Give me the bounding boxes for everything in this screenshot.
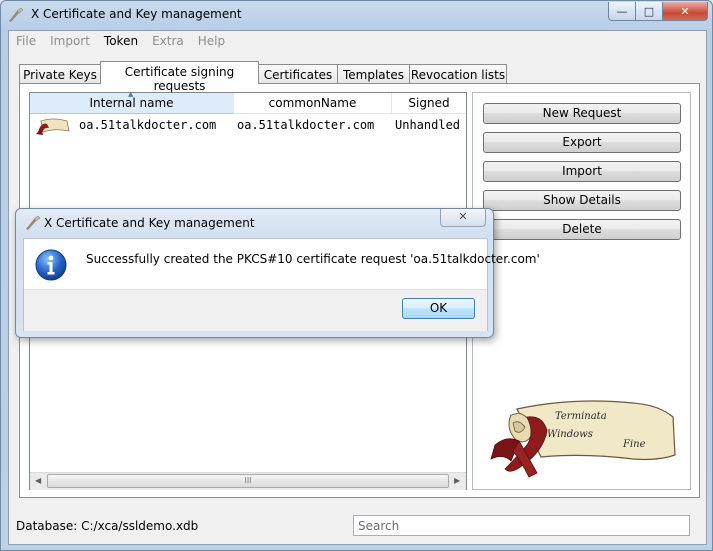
logo-text-line1: Terminata: [555, 411, 607, 422]
column-common-name[interactable]: commonName: [234, 93, 392, 114]
column-signed[interactable]: Signed: [392, 93, 466, 114]
maximize-icon: □: [643, 4, 655, 18]
title-bar[interactable]: X Certificate and Key management — □ ✕: [1, 1, 712, 29]
horizontal-scrollbar[interactable]: ◀ III ▶: [30, 472, 466, 490]
menu-help[interactable]: Help: [191, 31, 232, 53]
column-signed-label: Signed: [408, 96, 450, 110]
dialog-body: Successfully created the PKCS#10 certifi…: [23, 238, 540, 331]
minimize-icon: —: [616, 4, 628, 18]
tab-revocation-lists[interactable]: Revocation lists: [409, 64, 507, 83]
close-icon: ✕: [458, 210, 468, 223]
minimize-button[interactable]: —: [608, 2, 636, 21]
scroll-right-icon[interactable]: ▶: [454, 476, 460, 485]
menu-token[interactable]: Token: [97, 31, 145, 53]
database-path: Database: C:/xca/ssldemo.xdb: [16, 519, 199, 533]
column-common-name-label: commonName: [268, 96, 357, 110]
new-request-button[interactable]: New Request: [483, 103, 681, 124]
dialog-close-button[interactable]: ✕: [440, 209, 486, 227]
import-button[interactable]: Import: [483, 161, 681, 182]
action-button-group: New Request Export Import Show Details D…: [472, 92, 691, 490]
success-dialog: X Certificate and Key management ✕ Succe…: [15, 208, 540, 338]
window-title: X Certificate and Key management: [31, 7, 242, 21]
tab-certificate-signing-requests[interactable]: Certificate signing requests: [100, 61, 259, 93]
menu-file[interactable]: File: [9, 31, 43, 53]
scroll-left-icon[interactable]: ◀: [35, 476, 41, 485]
column-internal-name[interactable]: ▲ Internal name: [30, 90, 234, 114]
cell-internal-name: oa.51talkdocter.com: [79, 118, 217, 132]
status-bar: Database: C:/xca/ssldemo.xdb: [9, 511, 706, 543]
logo-text-line3: Fine: [622, 439, 646, 450]
column-internal-name-label: Internal name: [89, 96, 174, 110]
tab-certificates[interactable]: Certificates: [258, 64, 338, 83]
dialog-title: X Certificate and Key management: [44, 216, 255, 230]
menu-import[interactable]: Import: [43, 31, 97, 53]
dialog-footer: OK: [24, 289, 487, 331]
close-button[interactable]: ✕: [662, 2, 708, 21]
tab-templates[interactable]: Templates: [337, 64, 410, 83]
export-button[interactable]: Export: [483, 132, 681, 153]
cell-signed: Unhandled: [395, 118, 461, 132]
maximize-button[interactable]: □: [635, 2, 663, 21]
cell-common-name: oa.51talkdocter.com: [237, 118, 375, 132]
scroll-thumb[interactable]: III: [47, 474, 449, 488]
certificate-request-icon: [36, 118, 70, 135]
logo-text-line2: Windows: [547, 429, 593, 440]
menu-extra[interactable]: Extra: [145, 31, 191, 53]
menu-bar: File Import Token Extra Help: [9, 31, 706, 53]
scroll-logo-image: Terminata Windows Fine: [490, 400, 676, 478]
tab-private-keys[interactable]: Private Keys: [19, 64, 101, 83]
search-input[interactable]: [353, 515, 690, 536]
delete-button[interactable]: Delete: [483, 219, 681, 240]
sort-arrow-icon: ▲: [128, 90, 134, 98]
xca-app-icon: [26, 215, 41, 230]
xca-app-icon: [9, 7, 24, 22]
information-icon: [35, 249, 67, 281]
show-details-button[interactable]: Show Details: [483, 190, 681, 211]
ok-button[interactable]: OK: [402, 298, 475, 319]
close-icon: ✕: [680, 4, 690, 18]
dialog-message: Successfully created the PKCS#10 certifi…: [86, 252, 540, 266]
